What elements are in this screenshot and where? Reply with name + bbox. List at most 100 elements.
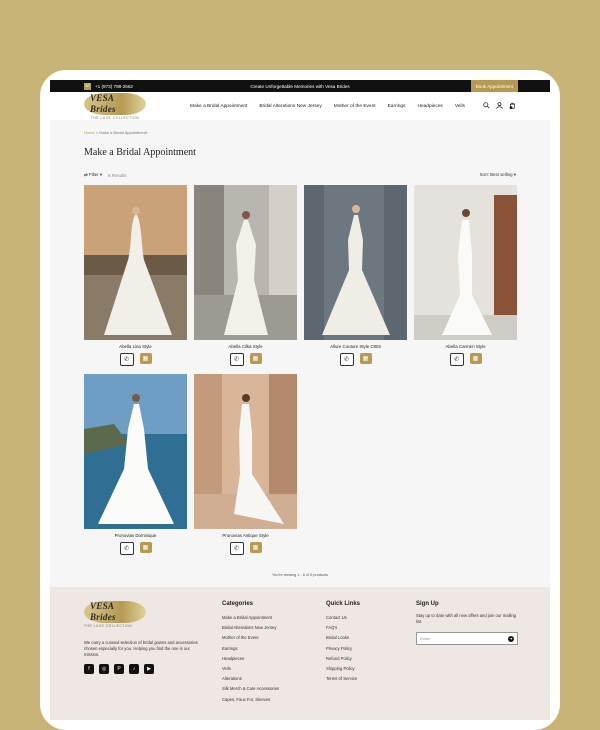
footer-link[interactable]: Privacy Policy [326, 644, 360, 654]
footer-link[interactable]: Alterations [222, 674, 279, 684]
product-name[interactable]: Allure Couture Style C803 [304, 344, 407, 349]
site-header: VESA Brides THE LUXE COLLECTION Make a B… [50, 92, 550, 120]
product-image[interactable] [194, 374, 297, 529]
product-name[interactable]: Pronovias Antique Style [194, 533, 297, 538]
announcement-bar: ☏ +1 (973) 798-2562 Create Unforgettable… [50, 80, 550, 92]
collection-main: Home > Make a Bridal Appointment Make a … [50, 130, 550, 577]
nav-item-alterations[interactable]: Bridal Alterations New Jersey [259, 104, 321, 109]
call-icon[interactable]: ✆ [229, 542, 244, 555]
product-image[interactable] [84, 374, 187, 529]
calendar-icon[interactable]: ▦ [249, 542, 262, 553]
email-placeholder: Email [420, 636, 431, 641]
footer-logo-text: VESA Brides [84, 601, 146, 623]
product-card[interactable]: Abella Lina Style ✆ ▦ [84, 185, 187, 366]
footer-link[interactable]: FAQ's [326, 623, 360, 633]
product-image[interactable] [194, 185, 297, 340]
footer-link[interactable]: Veils [222, 664, 279, 674]
footer-logo[interactable]: VESA Brides THE LUXE COLLECTION [84, 601, 146, 628]
nav-item-veils[interactable]: Veils [455, 104, 465, 109]
footer-link[interactable]: Make a Bridal Appointment [222, 613, 279, 623]
device-frame: ☏ +1 (973) 798-2562 Create Unforgettable… [40, 70, 560, 730]
arrow-right-icon[interactable]: ➜ [508, 635, 514, 642]
filter-label: Filter [88, 172, 99, 177]
footer-link[interactable]: Shipping Policy [326, 664, 360, 674]
call-icon[interactable]: ✆ [119, 542, 134, 555]
footer-link[interactable]: Terms of Service [326, 674, 360, 684]
calendar-icon[interactable]: ▦ [469, 353, 482, 364]
product-card[interactable]: Allure Couture Style C803 ✆ ▦ [304, 185, 407, 366]
pinterest-icon[interactable]: P [114, 664, 124, 674]
footer-quick-links: Quick Links Contact Us FAQ's Bridal Look… [326, 601, 360, 684]
product-card[interactable]: Abella Cilka Style ✆ ▦ [194, 185, 297, 366]
footer-link[interactable]: Mother of the Event [222, 633, 279, 643]
nav-item-mother-event[interactable]: Mother of the Event [334, 104, 376, 109]
product-name[interactable]: Abella Carmen Style [414, 344, 517, 349]
footer-categories-title: Categories [222, 601, 254, 607]
facebook-icon[interactable]: f [84, 664, 94, 674]
book-appointment-button[interactable]: Book Appointment [470, 80, 518, 92]
account-icon[interactable] [496, 102, 503, 109]
footer-about: VESA Brides THE LUXE COLLECTION We carry… [84, 601, 204, 674]
browser-screen: ☏ +1 (973) 798-2562 Create Unforgettable… [50, 80, 550, 720]
breadcrumb: Home > Make a Bridal Appointment [84, 130, 516, 135]
footer-link[interactable]: Bridal Looks [326, 633, 360, 643]
footer-about-text: We carry a curated selection of bridal g… [84, 640, 198, 657]
footer-link[interactable]: Earrings [222, 644, 279, 654]
footer-logo-tagline: THE LUXE COLLECTION [84, 624, 133, 628]
call-icon[interactable]: ✆ [449, 353, 464, 366]
tiktok-icon[interactable]: ♪ [129, 664, 139, 674]
product-image[interactable] [304, 185, 407, 340]
product-image[interactable] [84, 185, 187, 340]
call-icon[interactable]: ✆ [119, 353, 134, 366]
product-card[interactable]: Abella Carmen Style ✆ ▦ [414, 185, 517, 366]
email-field[interactable]: Email ➜ [416, 632, 518, 645]
nav-item-earrings[interactable]: Earrings [388, 104, 406, 109]
product-card[interactable]: Pronovias Dominique ✆ ▦ [84, 374, 187, 555]
product-name[interactable]: Abella Lina Style [84, 344, 187, 349]
calendar-icon[interactable]: ▦ [359, 353, 372, 364]
nav-item-headpieces[interactable]: Headpieces [417, 104, 442, 109]
logo[interactable]: VESA Brides THE LUXE COLLECTION [84, 92, 146, 120]
header-icons [483, 102, 516, 109]
product-grid: Abella Lina Style ✆ ▦ Abella Cilka Style [84, 185, 517, 555]
footer-link[interactable]: Refund Policy [326, 654, 360, 664]
product-card[interactable]: Pronovias Antique Style ✆ ▦ [194, 374, 297, 555]
main-nav: Make a Bridal Appointment Bridal Alterat… [190, 104, 465, 109]
search-icon[interactable] [483, 102, 490, 109]
footer-categories: Categories Make a Bridal Appointment Bri… [222, 601, 279, 705]
footer-link[interactable]: Silk Merch & Cute Accessories [222, 684, 279, 694]
calendar-icon[interactable]: ▦ [139, 542, 152, 553]
pagination-status: You're viewing 1 - 6 of 6 products [272, 573, 328, 577]
cart-icon[interactable] [509, 102, 516, 109]
calendar-icon[interactable]: ▦ [139, 353, 152, 364]
social-links: f ◎ P ♪ ▶ [84, 664, 204, 674]
site-footer: VESA Brides THE LUXE COLLECTION We carry… [50, 587, 550, 720]
footer-link[interactable]: Contact Us [326, 613, 360, 623]
breadcrumb-separator: > [95, 130, 99, 135]
calendar-icon[interactable]: ▦ [249, 353, 262, 364]
page-title: Make a Bridal Appointment [84, 147, 196, 158]
product-name[interactable]: Pronovias Dominique [84, 533, 187, 538]
sort-dropdown[interactable]: Sort: Best selling ▾ [480, 172, 516, 178]
product-image[interactable] [414, 185, 517, 340]
filter-button[interactable]: ⇄ Filter ▾ [84, 172, 102, 178]
product-name[interactable]: Abella Cilka Style [194, 344, 297, 349]
call-icon[interactable]: ✆ [229, 353, 244, 366]
footer-link[interactable]: Headpieces [222, 654, 279, 664]
youtube-icon[interactable]: ▶ [144, 664, 154, 674]
footer-signup: Sign Up Stay up to date with all new off… [416, 601, 518, 645]
nav-item-appointment[interactable]: Make a Bridal Appointment [190, 104, 247, 109]
footer-link[interactable]: Bridal Alterations New Jersey [222, 623, 279, 633]
breadcrumb-home[interactable]: Home [84, 130, 95, 135]
call-icon[interactable]: ✆ [339, 353, 354, 366]
footer-signup-title: Sign Up [416, 601, 439, 607]
logo-tagline: THE LUXE COLLECTION [90, 115, 140, 120]
footer-quick-title: Quick Links [326, 601, 361, 607]
logo-text: VESA Brides [84, 92, 146, 115]
results-count: 6 Results [108, 172, 127, 178]
sort-label: Sort: Best selling [479, 172, 513, 177]
signup-description: Stay up to date with all new offers and … [416, 613, 517, 624]
instagram-icon[interactable]: ◎ [99, 664, 109, 674]
filter-bar: ⇄ Filter ▾ 6 Results Sort: Best selling … [84, 172, 516, 178]
breadcrumb-current: Make a Bridal Appointment [99, 130, 148, 135]
